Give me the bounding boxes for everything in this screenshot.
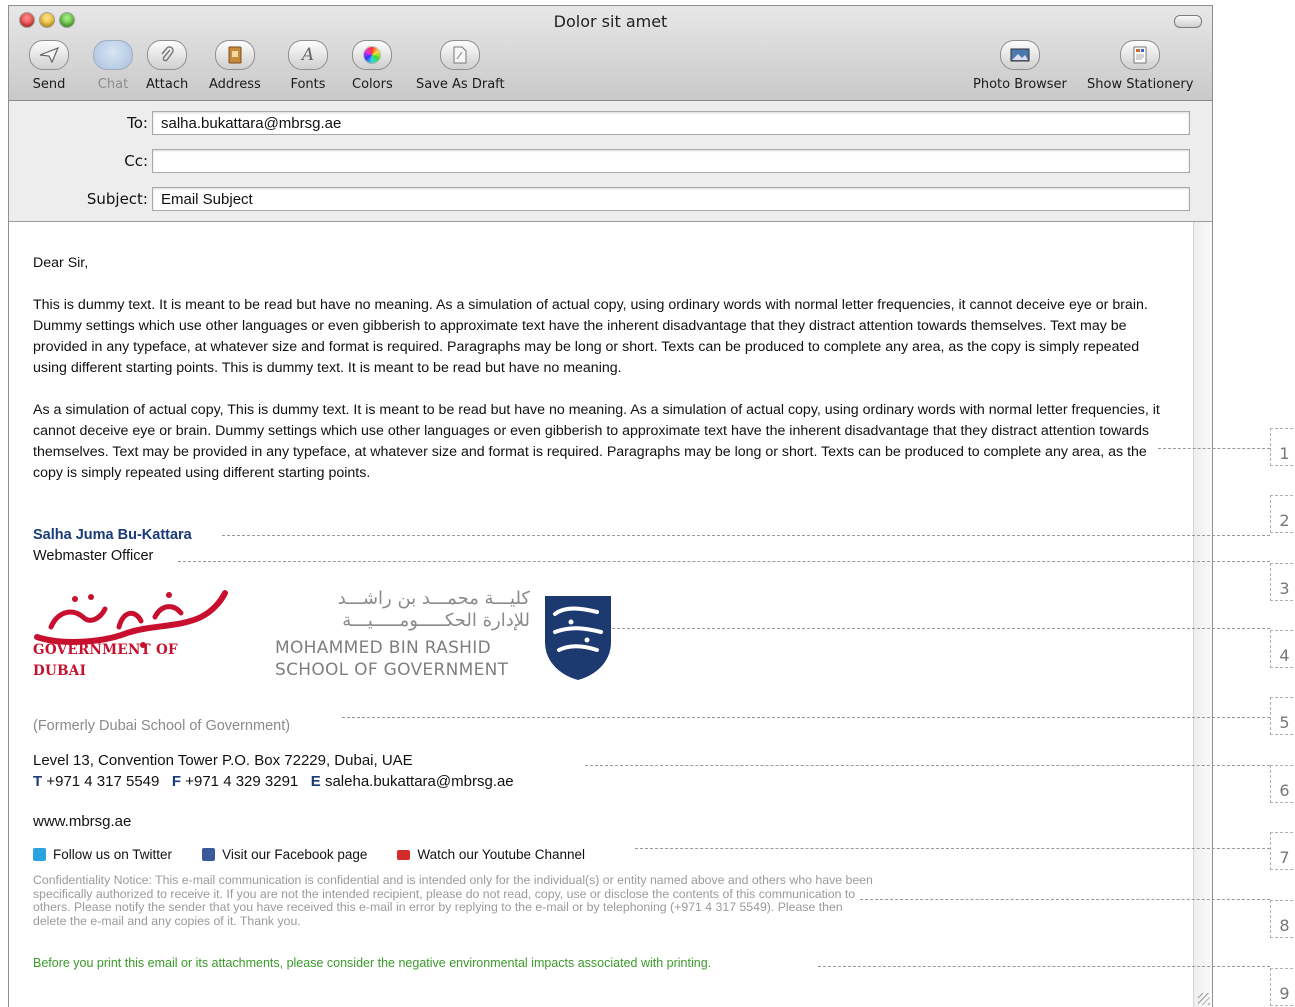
youtube-link[interactable]: Watch our Youtube Channel (397, 844, 585, 865)
resize-grip-icon[interactable] (1198, 993, 1210, 1005)
twitter-link[interactable]: Follow us on Twitter (33, 844, 172, 865)
photo-browser-icon (999, 40, 1040, 70)
toolbar-toggle-button[interactable] (1174, 15, 1202, 28)
annotation-marker-1: 1 (1270, 428, 1295, 466)
greeting: Dear Sir, (33, 255, 89, 271)
subject-label: Subject: (86, 190, 148, 208)
annotation-marker-8: 8 (1270, 900, 1295, 938)
save-as-draft-label: Save As Draft (416, 77, 505, 92)
annotation-marker-3: 3 (1270, 563, 1295, 601)
address-button[interactable]: Address (209, 40, 261, 92)
window-title: Dolor sit amet (553, 12, 668, 31)
stationery-icon (1120, 40, 1161, 70)
annotation-marker-9: 9 (1270, 968, 1295, 1006)
annotation-line-3 (178, 561, 1270, 562)
message-headers: To: salha.bukattara@mbrsg.ae Cc: Subject… (9, 101, 1212, 222)
save-as-draft-button[interactable]: Save As Draft (416, 40, 505, 92)
tel-number: +971 4 317 5549 (46, 773, 160, 790)
cc-field[interactable] (152, 149, 1190, 173)
color-wheel-icon (352, 40, 393, 70)
social-links: Follow us on Twitter Visit our Facebook … (33, 844, 615, 865)
postal-address: Level 13, Convention Tower P.O. Box 7222… (33, 752, 413, 769)
chat-label: Chat (97, 77, 129, 92)
chat-icon (93, 40, 133, 70)
to-field[interactable]: salha.bukattara@mbrsg.ae (152, 111, 1190, 135)
youtube-icon (397, 849, 411, 860)
annotation-marker-5: 5 (1270, 697, 1295, 735)
fax-number: +971 4 329 3291 (185, 773, 299, 790)
mbr-english-line-1: MOHAMMED BIN RASHID (275, 638, 491, 658)
annotation-marker-7: 7 (1270, 832, 1295, 870)
twitter-label: Follow us on Twitter (53, 847, 173, 862)
attach-button[interactable]: Attach (146, 40, 188, 92)
show-stationery-label: Show Stationery (1087, 77, 1194, 92)
youtube-label: Watch our Youtube Channel (417, 847, 586, 862)
subject-row: Subject: Email Subject (9, 185, 1212, 213)
facebook-label: Visit our Facebook page (222, 847, 368, 862)
annotation-line-8 (860, 899, 1270, 900)
annotation-marker-4: 4 (1270, 630, 1295, 668)
website-link[interactable]: www.mbrsg.ae (33, 811, 131, 832)
photo-browser-button[interactable]: Photo Browser (973, 40, 1067, 92)
facebook-link[interactable]: Visit our Facebook page (202, 844, 367, 865)
annotation-marker-2: 2 (1270, 495, 1295, 533)
show-stationery-button[interactable]: Show Stationery (1087, 40, 1193, 92)
send-button[interactable]: Send (29, 40, 69, 92)
fonts-button[interactable]: A Fonts (288, 40, 328, 92)
mbr-arabic-line-1: كليـــة محمـــد بن راشـــد (337, 588, 530, 609)
subject-field[interactable]: Email Subject (152, 187, 1190, 211)
vertical-scrollbar[interactable] (1193, 222, 1212, 1007)
photo-browser-label: Photo Browser (973, 77, 1067, 92)
send-icon (29, 40, 69, 70)
paperclip-icon (147, 40, 188, 70)
mbrsg-shield-icon (545, 596, 611, 680)
mail-compose-window: Dolor sit amet Send Chat Attach Address … (8, 5, 1213, 1007)
address-book-icon (214, 40, 255, 70)
annotation-line-2 (222, 535, 1270, 536)
message-body[interactable]: Dear Sir, This is dummy text. It is mean… (9, 222, 1191, 1007)
draft-icon (440, 40, 481, 70)
chat-button[interactable]: Chat (93, 40, 133, 92)
contact-line: T +971 4 317 5549 F +971 4 329 3291 E sa… (33, 771, 514, 792)
attach-label: Attach (146, 77, 189, 92)
colors-button[interactable]: Colors (352, 40, 393, 92)
email-address[interactable]: saleha.bukattara@mbrsg.ae (325, 773, 514, 790)
to-label: To: (127, 114, 148, 132)
address-label: Address (209, 77, 261, 92)
confidentiality-notice: Confidentiality Notice: This e-mail comm… (33, 873, 873, 928)
email-label: E (310, 773, 321, 790)
colors-label: Colors (352, 77, 393, 92)
mbrsg-logo: كليـــة محمـــد بن راشـــد للإدارة الحكـ… (273, 588, 615, 684)
fonts-label: Fonts (290, 77, 326, 92)
environment-notice: Before you print this email or its attac… (33, 956, 712, 970)
annotation-line-9 (818, 966, 1270, 967)
cc-row: Cc: (9, 147, 1212, 175)
send-label: Send (32, 77, 66, 92)
body-paragraph-2: As a simulation of actual copy, This is … (33, 402, 1160, 481)
fonts-icon: A (288, 40, 328, 70)
mbr-english-line-2: SCHOOL OF GOVERNMENT (275, 660, 509, 680)
annotation-line-7 (635, 848, 1270, 849)
tel-label: T (33, 773, 43, 790)
facebook-icon (202, 848, 216, 861)
cc-label: Cc: (124, 152, 148, 170)
body-paragraph-1: This is dummy text. It is meant to be re… (33, 297, 1148, 376)
annotation-line-6 (585, 765, 1270, 766)
annotation-line-4 (612, 628, 1270, 629)
government-of-dubai-logo: GOVERNMENT OF DUBAI (31, 587, 233, 682)
dubai-logo-text: GOVERNMENT OF DUBAI (33, 642, 178, 679)
twitter-icon (33, 848, 46, 861)
signature-name: Salha Juma Bu-Kattara (33, 527, 192, 543)
formerly-note: (Formerly Dubai School of Government) (33, 718, 291, 734)
annotation-line-5 (342, 717, 1270, 718)
signature-role: Webmaster Officer (33, 548, 154, 564)
fax-label: F (171, 773, 182, 790)
annotation-line-1 (1158, 448, 1270, 449)
title-toolbar: Dolor sit amet Send Chat Attach Address … (9, 6, 1212, 101)
to-row: To: salha.bukattara@mbrsg.ae (9, 109, 1212, 137)
annotation-marker-6: 6 (1270, 765, 1295, 803)
mbr-arabic-line-2: للإدارة الحكـــــومـــــيـــة (342, 610, 530, 631)
